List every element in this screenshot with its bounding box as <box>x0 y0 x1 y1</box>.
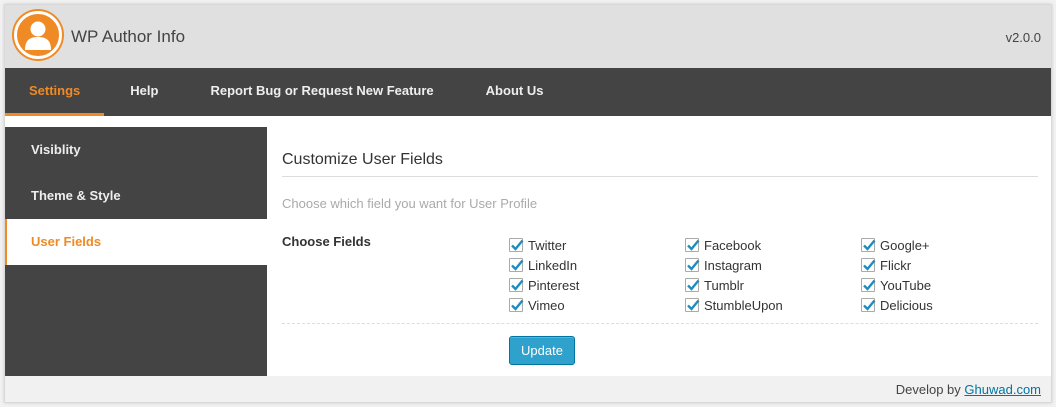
checkmark-icon <box>687 299 700 311</box>
field-option-linkedin[interactable]: LinkedIn <box>509 255 577 275</box>
checkmark-icon <box>687 259 700 271</box>
checkbox-label: LinkedIn <box>528 257 578 273</box>
nav-tab-help[interactable]: Help <box>104 68 184 116</box>
divider <box>282 323 1038 324</box>
checkbox-youtube[interactable] <box>861 278 876 292</box>
checkmark-icon <box>511 299 524 311</box>
checkbox-label: Instagram <box>704 257 762 273</box>
developer-link[interactable]: Ghuwad.com <box>964 382 1041 397</box>
sidebar-item-visibility[interactable]: Visiblity <box>5 127 267 173</box>
checkbox-label: Google+ <box>880 237 930 253</box>
sidebar-item-theme-style[interactable]: Theme & Style <box>5 173 267 219</box>
top-nav: Settings Help Report Bug or Request New … <box>5 68 1051 116</box>
checkbox-tumblr[interactable] <box>685 278 700 292</box>
checkbox-vimeo[interactable] <box>509 298 524 312</box>
field-option-pinterest[interactable]: Pinterest <box>509 275 579 295</box>
checkmark-icon <box>511 239 524 251</box>
nav-tab-report-bug[interactable]: Report Bug or Request New Feature <box>184 68 459 116</box>
checkmark-icon <box>863 239 876 251</box>
footer-prefix: Develop by <box>895 382 961 397</box>
nav-tab-settings[interactable]: Settings <box>5 68 105 116</box>
version-label: v2.0.0 <box>1005 30 1041 45</box>
section-title: Customize User Fields <box>282 151 443 168</box>
field-option-twitter[interactable]: Twitter <box>509 235 566 255</box>
checkbox-label: YouTube <box>880 277 932 293</box>
checkbox-label: Flickr <box>880 257 912 273</box>
header: WP Author Info v2.0.0 <box>5 5 1051 68</box>
field-option-instagram[interactable]: Instagram <box>685 255 762 275</box>
checkbox-linkedin[interactable] <box>509 258 524 272</box>
checkbox-pinterest[interactable] <box>509 278 524 292</box>
user-avatar-icon <box>14 11 62 59</box>
field-option-youtube[interactable]: YouTube <box>861 275 931 295</box>
field-option-facebook[interactable]: Facebook <box>685 235 761 255</box>
checkbox-google[interactable] <box>861 238 876 252</box>
checkbox-label: Delicious <box>880 297 933 313</box>
checkbox-instagram[interactable] <box>685 258 700 272</box>
section-description: Choose which field you want for User Pro… <box>282 196 538 211</box>
field-option-delicious[interactable]: Delicious <box>861 295 933 315</box>
sidebar-item-user-fields[interactable]: User Fields <box>5 219 267 265</box>
update-button[interactable]: Update <box>509 336 575 365</box>
checkbox-label: Tumblr <box>704 277 744 293</box>
main-content: Customize User Fields Choose which field… <box>282 127 1038 376</box>
checkbox-facebook[interactable] <box>685 238 700 252</box>
choose-fields-label: Choose Fields <box>282 234 371 249</box>
checkbox-flickr[interactable] <box>861 258 876 272</box>
footer: Develop by Ghuwad.com <box>5 376 1051 402</box>
checkmark-icon <box>863 259 876 271</box>
app-title: WP Author Info <box>71 27 186 46</box>
checkbox-label: Pinterest <box>528 277 580 293</box>
nav-tab-about-us[interactable]: About Us <box>460 68 570 116</box>
checkbox-delicious[interactable] <box>861 298 876 312</box>
checkbox-label: StumbleUpon <box>704 297 783 313</box>
plugin-window: WP Author Info v2.0.0 Settings Help Repo… <box>4 4 1052 403</box>
sidebar: Visiblity Theme & Style User Fields <box>5 127 267 376</box>
checkbox-label: Vimeo <box>528 297 565 313</box>
checkmark-icon <box>863 299 876 311</box>
footer-credit: Develop by Ghuwad.com <box>896 382 1041 397</box>
checkmark-icon <box>511 259 524 271</box>
field-option-stumbleupon[interactable]: StumbleUpon <box>685 295 783 315</box>
field-option-flickr[interactable]: Flickr <box>861 255 911 275</box>
checkmark-icon <box>687 239 700 251</box>
checkbox-twitter[interactable] <box>509 238 524 252</box>
checkmark-icon <box>511 279 524 291</box>
checkmark-icon <box>863 279 876 291</box>
field-option-vimeo[interactable]: Vimeo <box>509 295 565 315</box>
checkbox-stumbleupon[interactable] <box>685 298 700 312</box>
checkbox-label: Facebook <box>704 237 762 253</box>
field-option-google[interactable]: Google+ <box>861 235 930 255</box>
field-option-tumblr[interactable]: Tumblr <box>685 275 744 295</box>
checkbox-label: Twitter <box>528 237 567 253</box>
divider <box>282 176 1038 177</box>
checkmark-icon <box>687 279 700 291</box>
